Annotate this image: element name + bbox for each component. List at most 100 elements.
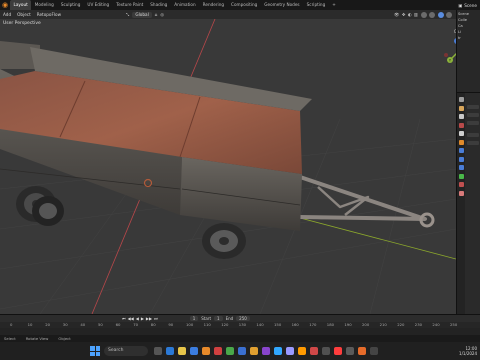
- particles-tab-icon[interactable]: [458, 156, 464, 162]
- jump-end-icon[interactable]: ⏭: [154, 316, 158, 321]
- prev-key-icon[interactable]: ◀◀: [128, 316, 134, 321]
- ruler-tick: 100: [186, 322, 194, 327]
- tab-animation[interactable]: Animation: [171, 0, 199, 10]
- proportional-edit-icon[interactable]: ◎: [160, 12, 164, 17]
- render-tab-icon[interactable]: [458, 105, 464, 111]
- visibility-icon[interactable]: 👁: [394, 12, 399, 18]
- outliner-row[interactable]: tr: [458, 35, 479, 41]
- next-key-icon[interactable]: ▶▶: [146, 316, 152, 321]
- tab-sculpting[interactable]: Sculpting: [57, 0, 84, 10]
- physics-tab-icon[interactable]: [458, 165, 464, 170]
- app-icon[interactable]: [322, 347, 330, 355]
- ruler-tick: 30: [62, 322, 68, 327]
- app-icon[interactable]: [214, 347, 222, 355]
- start-frame-field[interactable]: 1: [214, 316, 223, 321]
- scene-name: Scene: [464, 2, 477, 8]
- end-frame-field[interactable]: 250: [236, 316, 250, 321]
- 3d-viewport[interactable]: User Perspective: [0, 19, 456, 314]
- solid-shading-button[interactable]: [429, 11, 435, 18]
- ruler-tick: 0: [10, 322, 13, 327]
- premiere-icon[interactable]: [286, 347, 294, 355]
- frame-ruler[interactable]: 0 10 20 30 40 50 60 70 80 90 100 110 120 130 140 150 160…: [0, 322, 480, 328]
- app-icon[interactable]: [262, 347, 270, 355]
- playback-controls: ⏮ ◀◀ ◀ ▶ ▶▶ ⏭: [122, 316, 158, 321]
- tab-geometry-nodes[interactable]: Geometry Nodes: [261, 0, 303, 10]
- end-label: End: [225, 316, 234, 321]
- tab-scripting[interactable]: Scripting: [303, 0, 329, 10]
- menu-add[interactable]: Add: [0, 12, 14, 17]
- illustrator-icon[interactable]: [298, 347, 306, 355]
- tab-shading[interactable]: Shading: [147, 0, 171, 10]
- material-preview-button[interactable]: [437, 11, 444, 18]
- app-icon[interactable]: [238, 347, 246, 355]
- app-icon[interactable]: [346, 347, 354, 355]
- tab-compositing[interactable]: Compositing: [228, 0, 261, 10]
- ruler-tick: 20: [45, 322, 51, 327]
- add-workspace-button[interactable]: +: [329, 0, 340, 10]
- menu-retopoflow[interactable]: RetopoFlow: [34, 12, 64, 17]
- file-explorer-icon[interactable]: [178, 347, 186, 355]
- ruler-tick: 240: [432, 322, 440, 327]
- tab-texture-paint[interactable]: Texture Paint: [113, 0, 147, 10]
- output-tab-icon[interactable]: [458, 114, 464, 119]
- jump-start-icon[interactable]: ⏮: [122, 316, 126, 321]
- play-icon[interactable]: ▶: [141, 316, 144, 321]
- snap-icon[interactable]: ⌂: [155, 12, 158, 17]
- photoshop-icon[interactable]: [274, 347, 282, 355]
- edge-icon[interactable]: [166, 347, 174, 355]
- object-tab-icon[interactable]: [458, 139, 464, 145]
- viewport-header: Add Object RetopoFlow ⤡ Global ⌂ ◎ 👁 ✥ ◐…: [0, 10, 456, 19]
- modifier-tab-icon[interactable]: [458, 148, 464, 153]
- rendered-shading-button[interactable]: [446, 11, 452, 18]
- world-tab-icon[interactable]: [458, 131, 464, 136]
- tab-layout[interactable]: Layout: [10, 0, 32, 10]
- blender-taskbar-icon[interactable]: [202, 347, 210, 355]
- workspace-tabs-bar: ◉ Layout Modeling Sculpting UV Editing T…: [0, 0, 480, 10]
- ruler-tick: 190: [344, 322, 352, 327]
- tab-rendering[interactable]: Rendering: [199, 0, 227, 10]
- property-field[interactable]: [467, 113, 479, 117]
- data-tab-icon[interactable]: [458, 173, 464, 179]
- timeline-editor: ⏮ ◀◀ ◀ ▶ ▶▶ ⏭ 1 Start 1 End 250 0 10 20 30 4…: [0, 314, 480, 336]
- app-icon[interactable]: [250, 347, 258, 355]
- current-frame-field[interactable]: 1: [189, 316, 199, 321]
- system-clock[interactable]: 12:00 1/1/2024: [459, 346, 477, 356]
- ruler-tick: 170: [309, 322, 317, 327]
- tab-uv-editing[interactable]: UV Editing: [84, 0, 113, 10]
- texture-tab-icon[interactable]: [458, 190, 464, 196]
- store-icon[interactable]: [190, 347, 198, 355]
- taskbar-search[interactable]: Search: [104, 346, 148, 356]
- blender-logo-icon[interactable]: ◉: [0, 0, 10, 10]
- property-field[interactable]: [467, 141, 479, 145]
- app-icon[interactable]: [358, 347, 366, 355]
- ruler-tick: 130: [238, 322, 247, 327]
- scene-selector[interactable]: ▣ Scene: [458, 3, 480, 8]
- property-field[interactable]: [467, 133, 479, 137]
- status-item: Object: [58, 336, 71, 341]
- property-field[interactable]: [467, 121, 479, 125]
- menu-object[interactable]: Object: [14, 12, 34, 17]
- gizmo-toggle-icon[interactable]: ✥: [402, 12, 406, 17]
- tool-tab-icon[interactable]: [458, 97, 464, 102]
- tow-bar: [299, 175, 427, 221]
- tab-modeling[interactable]: Modeling: [31, 0, 57, 10]
- scene-tab-icon[interactable]: [458, 122, 464, 128]
- ruler-tick: 40: [80, 322, 86, 327]
- property-field[interactable]: [467, 105, 479, 109]
- ruler-tick: 120: [221, 322, 229, 327]
- windows-taskbar: Search 12:00 1/1/2024: [0, 342, 480, 360]
- transform-orientation-dropdown[interactable]: Global: [132, 11, 152, 18]
- overlay-toggle-icon[interactable]: ◐: [408, 12, 412, 17]
- app-icon[interactable]: [226, 347, 234, 355]
- windows-start-icon[interactable]: [90, 346, 100, 356]
- wireframe-shading-button[interactable]: [420, 11, 427, 18]
- acrobat-icon[interactable]: [334, 347, 342, 355]
- properties-tabs: [457, 93, 465, 315]
- app-icon[interactable]: [370, 347, 378, 355]
- play-reverse-icon[interactable]: ◀: [136, 316, 139, 321]
- app-icon[interactable]: [310, 347, 318, 355]
- material-tab-icon[interactable]: [458, 182, 464, 187]
- xray-toggle-icon[interactable]: ▥: [414, 12, 418, 17]
- ruler-tick: 140: [256, 322, 264, 327]
- task-view-icon[interactable]: [154, 347, 162, 355]
